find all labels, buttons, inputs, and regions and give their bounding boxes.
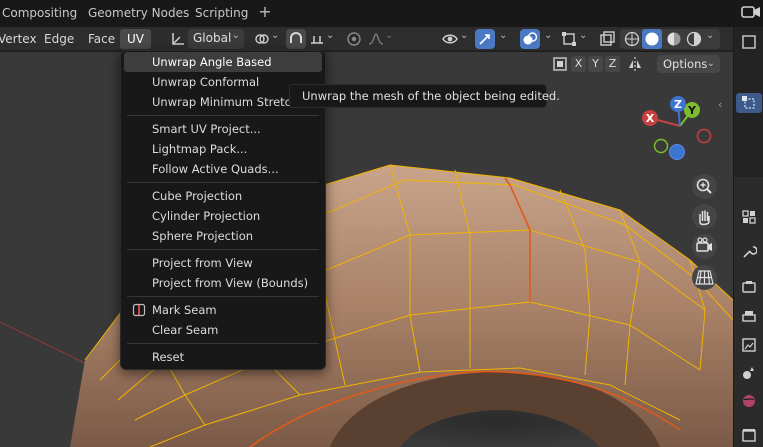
menu-separator: [127, 115, 319, 116]
properties-tab-strip: [733, 27, 763, 447]
menu-item-follow-active-quads[interactable]: Follow Active Quads...: [124, 159, 322, 179]
chevron-down-icon[interactable]: ⌄: [499, 30, 507, 41]
options-dropdown[interactable]: Options ⌄: [657, 55, 720, 73]
gizmo-x-label: X: [646, 112, 655, 125]
snap-target-icon[interactable]: [309, 31, 325, 47]
orientation-value: Global: [193, 31, 232, 45]
menu-item-reset[interactable]: Reset: [124, 347, 322, 367]
sidebar-toggle-icon[interactable]: ‹: [718, 98, 730, 120]
rendered-shading-icon[interactable]: [686, 31, 702, 47]
solid-shading-icon: [645, 32, 659, 46]
menu-separator: [127, 182, 319, 183]
tab-geometry-nodes[interactable]: Geometry Nodes: [80, 2, 197, 24]
chevron-down-icon[interactable]: ⌄: [271, 30, 279, 41]
navigation-gizmo[interactable]: X Y Z: [636, 94, 716, 164]
camera-icon: [696, 237, 712, 252]
zoom-icon: [696, 178, 712, 194]
orientation-icon: [172, 33, 184, 45]
visibility-icon[interactable]: [442, 31, 458, 47]
orientation-dropdown[interactable]: Global ⌄: [188, 29, 244, 49]
workspace-tab-bar: Compositing Geometry Nodes Scripting +: [0, 0, 763, 27]
wireframe-shading-icon[interactable]: [624, 31, 640, 47]
solid-shading-button[interactable]: [642, 29, 662, 49]
chevron-down-icon[interactable]: ⌄: [460, 30, 468, 41]
viewport-header: Vertex Edge Face UV Global ⌄ ⌄ ⌄ ⌄ ⌄ ⌄ ⌄…: [0, 27, 733, 51]
menu-item-mark-seam[interactable]: Mark Seam: [124, 300, 322, 320]
menu-item-unwrap-angle-based[interactable]: Unwrap Angle Based: [124, 52, 322, 72]
camera-view-button[interactable]: [692, 234, 717, 259]
menu-item-cylinder-projection[interactable]: Cylinder Projection: [124, 206, 322, 226]
gizmo-icon: [479, 34, 490, 45]
material-shading-icon[interactable]: [666, 31, 682, 47]
mirror-icon[interactable]: [627, 56, 643, 72]
menu-edge[interactable]: Edge: [37, 29, 81, 49]
chevron-down-icon: ⌄: [706, 58, 715, 69]
chevron-down-icon[interactable]: ⌄: [706, 30, 714, 41]
snap-toggle[interactable]: [286, 29, 306, 49]
tooltip: Unwrap the mesh of the object being edit…: [289, 84, 560, 108]
outliner-selected-row[interactable]: [736, 93, 762, 113]
menu-uv[interactable]: UV: [120, 29, 151, 49]
mesh-edit-overlay-icon[interactable]: [561, 31, 577, 47]
perspective-toggle-button[interactable]: [692, 265, 717, 290]
menu-item-sphere-projection[interactable]: Sphere Projection: [124, 226, 322, 246]
world-icon[interactable]: [741, 393, 757, 409]
axis-x-button[interactable]: X: [571, 56, 586, 72]
collection-icon[interactable]: [741, 427, 757, 443]
mesh-display: [0, 164, 733, 447]
uv-select-icon[interactable]: [552, 56, 568, 72]
select-box-icon: [742, 96, 755, 109]
chevron-down-icon[interactable]: ⌄: [385, 30, 393, 41]
menu-separator: [127, 296, 319, 297]
wrench-icon[interactable]: [741, 244, 757, 260]
options-label: Options: [663, 57, 708, 71]
gizmo-y-label: Y: [687, 104, 697, 117]
tab-compositing[interactable]: Compositing: [0, 2, 85, 24]
tab-scripting[interactable]: Scripting: [187, 2, 256, 24]
overlay-toggle[interactable]: [520, 29, 540, 49]
scene-icon[interactable]: [740, 4, 762, 22]
grid-icon: [695, 270, 714, 285]
zoom-button[interactable]: [692, 174, 717, 199]
hand-icon: [699, 210, 710, 226]
menu-face[interactable]: Face: [81, 29, 122, 49]
menu-item-project-from-view[interactable]: Project from View: [124, 253, 322, 273]
gizmo-z-label: Z: [674, 98, 682, 111]
3d-viewport[interactable]: X Y Z Options ⌄ X Y Z ‹: [0, 52, 733, 447]
menu-separator: [127, 249, 319, 250]
view-layer-icon[interactable]: [741, 337, 757, 353]
menu-separator: [127, 343, 319, 344]
menu-item-smart-uv-project[interactable]: Smart UV Project...: [124, 119, 322, 139]
render-icon[interactable]: [741, 279, 757, 295]
pan-button[interactable]: [692, 204, 717, 229]
axis-z-button[interactable]: Z: [605, 56, 620, 72]
chevron-down-icon[interactable]: ⌄: [544, 30, 552, 41]
output-icon[interactable]: [741, 309, 757, 325]
tool-icon[interactable]: [741, 209, 757, 225]
menu-item-clear-seam[interactable]: Clear Seam: [124, 320, 322, 340]
menu-item-cube-projection[interactable]: Cube Projection: [124, 186, 322, 206]
xray-icon[interactable]: [599, 31, 615, 47]
menu-item-project-from-view-bounds[interactable]: Project from View (Bounds): [124, 273, 322, 293]
chevron-down-icon[interactable]: ⌄: [579, 30, 587, 41]
chevron-down-icon: ⌄: [231, 30, 240, 41]
chevron-down-icon[interactable]: ⌄: [326, 30, 334, 41]
axis-y-button[interactable]: Y: [588, 56, 603, 72]
proportional-edit-icon[interactable]: [346, 31, 362, 47]
add-workspace-button[interactable]: +: [254, 2, 276, 24]
magnet-icon: [290, 32, 302, 43]
falloff-icon[interactable]: [368, 31, 384, 47]
scene-props-icon[interactable]: [741, 365, 757, 381]
gizmo-toggle[interactable]: [475, 29, 495, 49]
menu-item-lightmap-pack[interactable]: Lightmap Pack...: [124, 139, 322, 159]
filter-icon[interactable]: [740, 33, 758, 51]
overlay-icon: [523, 32, 538, 45]
shading-mode-group: ⌄: [620, 29, 720, 49]
pivot-icon[interactable]: [254, 31, 270, 47]
